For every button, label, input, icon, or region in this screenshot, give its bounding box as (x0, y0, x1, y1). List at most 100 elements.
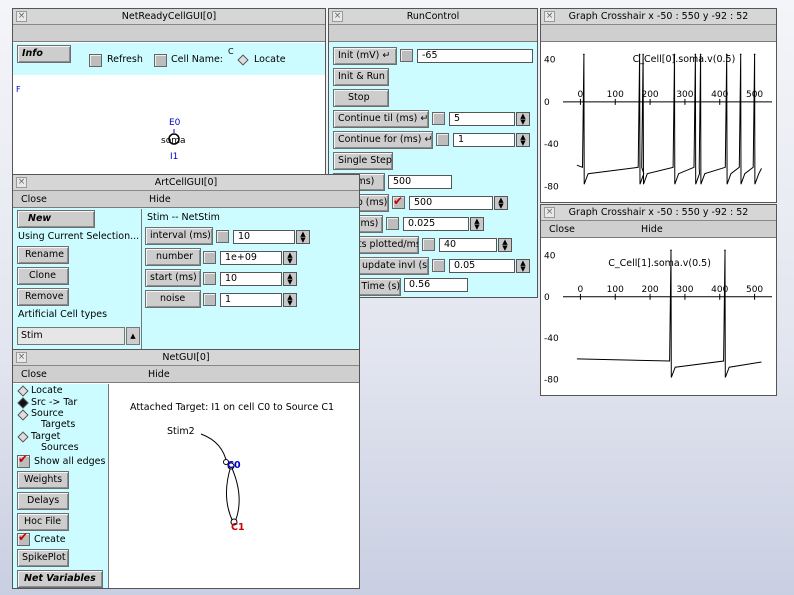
interval-stepper[interactable]: ▲ ▼ (296, 230, 310, 244)
init-button[interactable]: Init (mV) ↵ (333, 47, 397, 65)
netready-menubar (13, 25, 325, 42)
new-button[interactable]: New (17, 210, 95, 228)
runcontrol-title: RunControl (406, 11, 460, 22)
using-selection-label: Using Current Selection... (18, 231, 140, 242)
dt-checkbox[interactable] (386, 217, 399, 230)
netgui-window: × NetGUI[0] Close Hide Locate Src -> Tar S… (12, 349, 360, 589)
close-icon[interactable]: × (16, 352, 27, 363)
graph2-hide-menu[interactable]: Hide (641, 221, 663, 238)
continue-til-button[interactable]: Continue til (ms) ↵ (333, 110, 429, 128)
init-field[interactable]: -65 (417, 49, 533, 63)
t-field[interactable]: 500 (388, 175, 452, 189)
tstop-stepper[interactable]: ▲ ▼ (494, 196, 508, 210)
dt-stepper[interactable]: ▲ ▼ (470, 217, 484, 231)
hoc-file-button[interactable]: Hoc File (17, 513, 69, 531)
targets-label: Targets (41, 419, 76, 430)
scrn-update-checkbox[interactable] (432, 259, 445, 272)
edge-stim2-c0 (200, 433, 228, 465)
net-variables-button[interactable]: Net Variables (17, 570, 103, 588)
remove-button[interactable]: Remove (17, 288, 69, 306)
noise-field[interactable]: 1 (220, 293, 282, 307)
x-tick-label: 0 (578, 285, 584, 295)
start-stepper[interactable]: ▲ ▼ (283, 272, 297, 286)
graph1-plot[interactable]: 0 100 200 300 400 500400-40-80C_Cell[0].soma.… (541, 43, 776, 203)
graph2-plot[interactable]: 0 100 200 300 400 500400-40-80C_Cell[1].soma.… (541, 239, 776, 396)
create-label: Create (34, 534, 66, 545)
tstop-field[interactable]: 500 (409, 196, 493, 210)
source-radio[interactable] (17, 409, 29, 421)
scrn-update-field[interactable]: 0.05 (449, 259, 515, 273)
scrollbar-up[interactable]: ▲ (126, 327, 140, 345)
close-icon[interactable]: × (16, 11, 27, 22)
src-tar-radio[interactable] (17, 397, 29, 409)
netgui-close-menu[interactable]: Close (21, 366, 47, 383)
start-button[interactable]: start (ms) (145, 269, 201, 287)
continue-for-field[interactable]: 1 (453, 133, 515, 147)
close-icon[interactable]: × (544, 207, 555, 218)
continue-for-stepper[interactable]: ▲ ▼ (516, 133, 530, 147)
graph2-close-menu[interactable]: Close (549, 221, 575, 238)
artcell-hide-menu[interactable]: Hide (149, 191, 171, 208)
continue-for-button[interactable]: Continue for (ms) ↵ (333, 131, 433, 149)
trace-label: C_Cell[1].soma.v(0.5) (608, 258, 711, 269)
spikeplot-button[interactable]: SpikePlot (17, 549, 69, 567)
interval-checkbox[interactable] (216, 230, 229, 243)
noise-checkbox[interactable] (203, 293, 216, 306)
single-step-button[interactable]: Single Step (333, 152, 393, 170)
y-tick-label: 40 (544, 251, 556, 261)
x-tick-label: 500 (746, 285, 763, 295)
delays-button[interactable]: Delays (17, 492, 69, 510)
start-checkbox[interactable] (203, 272, 216, 285)
points-plotted-checkbox[interactable] (422, 238, 435, 251)
artcell-titlebar[interactable]: × ArtCellGUI[0] (13, 175, 359, 191)
locate-radio[interactable] (237, 54, 249, 66)
close-icon[interactable]: × (544, 11, 555, 22)
number-field[interactable]: 1e+09 (220, 251, 282, 265)
cellname-checkbox[interactable] (154, 54, 167, 67)
cell-type-item[interactable]: Stim (21, 330, 43, 341)
checkmark-icon: ✔ (18, 530, 29, 544)
close-icon[interactable]: × (332, 11, 343, 22)
rename-button[interactable]: Rename (17, 246, 69, 264)
netgui-titlebar[interactable]: × NetGUI[0] (13, 350, 359, 366)
cell-types-list[interactable]: Stim (17, 327, 125, 345)
number-stepper[interactable]: ▲ ▼ (283, 251, 297, 265)
real-time-field[interactable]: 0.56 (404, 278, 468, 292)
graph1-titlebar[interactable]: × Graph Crosshair x -50 : 550 y -92 : 52 (541, 9, 776, 25)
edge-c0-c1-left (226, 465, 234, 523)
x-tick-label: 300 (676, 285, 693, 295)
continue-til-field[interactable]: 5 (449, 112, 515, 126)
number-button[interactable]: number (145, 248, 201, 266)
number-checkbox[interactable] (203, 251, 216, 264)
interval-button[interactable]: interval (ms) (145, 227, 213, 245)
weights-button[interactable]: Weights (17, 471, 69, 489)
target-radio[interactable] (17, 431, 29, 443)
continue-til-checkbox[interactable] (432, 112, 445, 125)
runcontrol-titlebar[interactable]: × RunControl (329, 9, 537, 25)
init-checkbox[interactable] (400, 49, 413, 62)
continue-for-checkbox[interactable] (436, 133, 449, 146)
locate-radio[interactable] (17, 385, 29, 397)
interval-field[interactable]: 10 (233, 230, 295, 244)
init-run-button[interactable]: Init & Run (333, 68, 389, 86)
dt-field[interactable]: 0.025 (403, 217, 469, 231)
scrn-update-stepper[interactable]: ▲ ▼ (516, 259, 530, 273)
x-tick-label: 0 (578, 90, 584, 100)
netready-titlebar[interactable]: × NetReadyCellGUI[0] (13, 9, 325, 25)
points-plotted-field[interactable]: 40 (439, 238, 497, 252)
graph2-titlebar[interactable]: × Graph Crosshair x -50 : 550 y -92 : 52 (541, 205, 776, 221)
continue-til-stepper[interactable]: ▲ ▼ (516, 112, 530, 126)
stim2-label: Stim2 (167, 426, 195, 437)
clone-button[interactable]: Clone (17, 267, 69, 285)
noise-button[interactable]: noise (145, 290, 201, 308)
source-label: Source (31, 408, 64, 419)
close-icon[interactable]: × (16, 177, 27, 188)
start-field[interactable]: 10 (220, 272, 282, 286)
info-button[interactable]: Info (17, 45, 71, 63)
noise-stepper[interactable]: ▲ ▼ (283, 293, 297, 307)
netgui-hide-menu[interactable]: Hide (148, 366, 170, 383)
artcell-close-menu[interactable]: Close (21, 191, 47, 208)
stop-button[interactable]: Stop (333, 89, 389, 107)
points-plotted-stepper[interactable]: ▲ ▼ (498, 238, 512, 252)
refresh-checkbox[interactable] (89, 54, 102, 67)
